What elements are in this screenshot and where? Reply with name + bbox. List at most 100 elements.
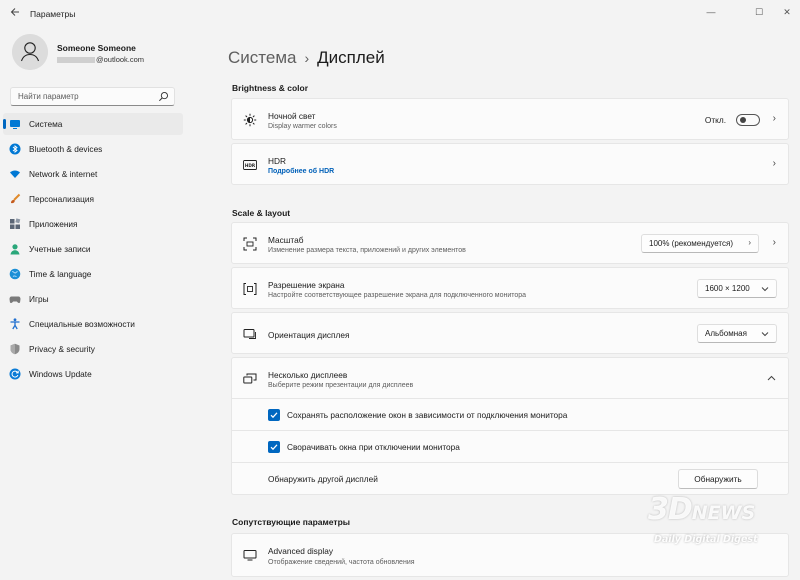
sidebar-item-label: Игры: [29, 294, 49, 304]
monitor-icon: [243, 550, 257, 561]
search-placeholder: Найти параметр: [18, 92, 79, 101]
remember-window-locations-row: Сохранять расположение окон в зависимост…: [231, 399, 789, 431]
avatar: [12, 34, 48, 70]
multiple-displays-card[interactable]: Несколько дисплеев Выберите режим презен…: [231, 357, 789, 399]
maximize-button[interactable]: ☐: [752, 5, 766, 19]
account-icon: [10, 244, 20, 255]
sidebar-item-label: Специальные возможности: [29, 319, 135, 329]
user-email: @outlook.com: [57, 55, 144, 64]
accessibility-icon: [10, 318, 20, 330]
title-bar: Параметры — ☐ ✕: [0, 0, 800, 30]
sidebar-item-time-language[interactable]: Time & language: [3, 263, 183, 285]
toggle-knob: [740, 117, 746, 123]
orientation-dropdown[interactable]: Альбомная: [697, 324, 777, 343]
chevron-right-icon: ›: [772, 158, 776, 169]
night-light-subtitle: Display warmer colors: [268, 123, 337, 130]
sidebar-item-label: Time & language: [29, 269, 92, 279]
apps-icon: [10, 218, 21, 229]
night-light-state: Откл.: [704, 115, 726, 125]
section-title-scale: Scale & layout: [232, 208, 291, 218]
minimize-windows-checkbox[interactable]: [268, 441, 280, 453]
night-light-title: Ночной свет: [268, 111, 316, 121]
search-icon[interactable]: [158, 91, 169, 102]
hdr-learn-more-link[interactable]: Подробнее об HDR: [268, 168, 334, 175]
globe-icon: [9, 268, 21, 280]
chevron-down-icon: [761, 287, 769, 292]
minimize-windows-label: Сворачивать окна при отключении монитора: [287, 442, 460, 452]
chevron-right-icon: ›: [772, 113, 776, 124]
sidebar-item-windows-update[interactable]: Windows Update: [3, 363, 183, 385]
remember-window-locations-label: Сохранять расположение окон в зависимост…: [287, 410, 568, 420]
detect-display-label: Обнаружить другой дисплей: [268, 474, 378, 484]
bluetooth-icon: [9, 143, 21, 155]
sidebar-item-label: Персонализация: [29, 194, 95, 204]
night-light-card[interactable]: Ночной свет Display warmer colors Откл. …: [231, 98, 789, 140]
user-name: Someone Someone: [57, 43, 136, 53]
sidebar-item-label: Network & internet: [29, 169, 98, 179]
sidebar-item-label: Учетные записи: [29, 244, 91, 254]
sidebar-item-network[interactable]: Network & internet: [3, 163, 183, 185]
breadcrumb: Система › Дисплей: [228, 48, 385, 68]
sidebar-item-label: Приложения: [29, 219, 78, 229]
night-light-toggle[interactable]: [736, 114, 760, 126]
brush-icon: [11, 193, 21, 204]
wifi-icon: [10, 170, 20, 178]
page-title: Дисплей: [317, 48, 385, 67]
sidebar-item-system[interactable]: Система: [3, 113, 183, 135]
scale-dropdown[interactable]: 100% (рекомендуется) ›: [641, 234, 759, 253]
sidebar-item-accessibility[interactable]: Специальные возможности: [3, 313, 183, 335]
chevron-up-icon[interactable]: [767, 375, 776, 381]
hdr-card[interactable]: HDR HDR Подробнее об HDR ›: [231, 143, 789, 185]
night-light-icon: [243, 113, 257, 127]
sidebar-item-label: Privacy & security: [29, 344, 95, 354]
sidebar-item-bluetooth[interactable]: Bluetooth & devices: [3, 138, 183, 160]
close-button[interactable]: ✕: [780, 5, 794, 19]
section-title-brightness: Brightness & color: [232, 83, 309, 93]
detect-button[interactable]: Обнаружить: [678, 469, 758, 489]
multiple-displays-subtitle: Выберите режим презентации для дисплеев: [268, 382, 414, 389]
scale-subtitle: Изменение размера текста, приложений и д…: [268, 247, 466, 254]
watermark-logo: 3DNEWS Daily Digital Digest: [640, 492, 790, 562]
orientation-card[interactable]: Ориентация дисплея Альбомная: [231, 312, 789, 354]
scale-card[interactable]: Масштаб Изменение размера текста, прилож…: [231, 222, 789, 264]
breadcrumb-separator: ›: [304, 50, 310, 66]
sidebar-item-privacy[interactable]: Privacy & security: [3, 338, 183, 360]
orientation-value: Альбомная: [705, 329, 747, 338]
sidebar-item-label: Bluetooth & devices: [29, 144, 103, 154]
sidebar-item-label: Система: [29, 119, 63, 129]
scale-icon: [243, 237, 257, 251]
sidebar-item-personalization[interactable]: Персонализация: [3, 188, 183, 210]
resolution-subtitle: Настройте соответствующее разрешение экр…: [268, 292, 527, 299]
sidebar-item-gaming[interactable]: Игры: [3, 288, 183, 310]
back-arrow-icon[interactable]: [8, 6, 22, 20]
resolution-value: 1600 × 1200: [705, 284, 750, 293]
hdr-title: HDR: [268, 156, 286, 166]
orientation-icon: [243, 329, 256, 339]
remember-window-locations-checkbox[interactable]: [268, 409, 280, 421]
multiple-displays-icon: [243, 373, 257, 384]
scale-title: Масштаб: [268, 235, 304, 245]
svg-text:HDR: HDR: [245, 163, 256, 168]
minimize-windows-row: Сворачивать окна при отключении монитора: [231, 431, 789, 463]
chevron-right-icon: ›: [748, 238, 751, 247]
minimize-button[interactable]: —: [704, 5, 718, 19]
resolution-dropdown[interactable]: 1600 × 1200: [697, 279, 777, 298]
advanced-display-title: Advanced display: [268, 546, 334, 556]
orientation-title: Ориентация дисплея: [268, 330, 350, 340]
breadcrumb-parent[interactable]: Система: [228, 48, 296, 67]
resolution-card[interactable]: Разрешение экрана Настройте соответствую…: [231, 267, 789, 309]
chevron-right-icon: ›: [772, 237, 776, 248]
email-redaction: [57, 57, 95, 64]
watermark-main: 3DNEWS: [648, 492, 756, 527]
system-icon: [10, 120, 20, 129]
sidebar-item-apps[interactable]: Приложения: [3, 213, 183, 235]
hdr-icon: HDR: [243, 160, 257, 170]
gamepad-icon: [9, 296, 21, 304]
sidebar-item-accounts[interactable]: Учетные записи: [3, 238, 183, 260]
detect-display-row: Обнаружить другой дисплей Обнаружить: [231, 463, 789, 495]
search-input[interactable]: Найти параметр: [10, 87, 175, 106]
section-title-related: Сопутствующие параметры: [232, 517, 351, 527]
shield-icon: [10, 343, 20, 355]
update-icon: [9, 368, 21, 380]
scale-value: 100% (рекомендуется): [649, 239, 733, 248]
